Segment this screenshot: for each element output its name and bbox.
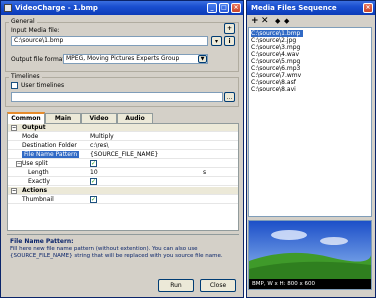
timeline-field[interactable] xyxy=(11,92,223,102)
property-name: Exactly xyxy=(28,178,50,185)
sequence-close-icon[interactable]: × xyxy=(363,3,373,13)
property-name: Mode xyxy=(22,133,39,140)
file-list-item[interactable]: C:\source\4.wav xyxy=(251,51,299,58)
preview-image xyxy=(249,221,371,279)
timelines-group-title: Timelines xyxy=(9,73,42,80)
close-icon[interactable]: × xyxy=(231,3,241,13)
main-window-title: VideoCharge - 1.bmp xyxy=(15,4,98,12)
maximize-icon[interactable]: □ xyxy=(219,3,229,13)
tab-main[interactable]: Main xyxy=(45,113,81,123)
sequence-window-title: Media Files Sequence xyxy=(251,4,337,12)
tab-common[interactable]: Common xyxy=(7,112,45,124)
property-name: Thumbnail xyxy=(22,196,54,203)
property-row[interactable]: Length 10 s xyxy=(8,169,238,177)
file-list-item[interactable]: C:\source\5.mpg xyxy=(251,58,300,65)
input-media-label: Input Media file: xyxy=(11,27,60,34)
delete-icon[interactable]: ✕ xyxy=(261,16,269,26)
chevron-down-icon[interactable]: ▼ xyxy=(198,55,207,63)
file-list-item[interactable]: C:\source\8.avi xyxy=(251,86,296,93)
preview-caption: BMP, W x H: 800 x 600 xyxy=(252,281,316,287)
property-row[interactable]: File Name Pattern {SOURCE_FILE_NAME} xyxy=(8,151,238,159)
move-up-icon[interactable]: ◆ xyxy=(275,17,280,25)
property-row[interactable]: Destination Folder c:\res\ xyxy=(8,142,238,150)
info-button[interactable]: i xyxy=(224,36,235,46)
property-value[interactable]: {SOURCE_FILE_NAME} xyxy=(90,151,158,158)
browse-input-button[interactable]: ▾ xyxy=(211,36,222,46)
property-checkbox[interactable]: ✓ xyxy=(90,196,97,203)
file-list-item[interactable]: C:\source\8.asf xyxy=(251,79,296,86)
file-list-item[interactable]: C:\source\7.wmv xyxy=(251,72,301,79)
sequence-titlebar[interactable]: Media Files Sequence × xyxy=(247,1,375,15)
file-list-item[interactable]: C:\source\6.mp3 xyxy=(251,65,300,72)
output-format-select[interactable]: MPEG, Moving Pictures Experts Group xyxy=(63,54,208,64)
property-name: Actions xyxy=(22,187,48,194)
property-grid: − Output Mode Multiply Destination Folder c:\… xyxy=(7,123,239,231)
add-icon[interactable]: + xyxy=(251,16,259,26)
output-format-label: Output file format: xyxy=(11,56,67,63)
property-category[interactable]: − Output xyxy=(8,124,238,132)
property-value[interactable]: Multiply xyxy=(90,133,114,140)
property-row[interactable]: Exactly ✓ xyxy=(8,178,238,186)
main-titlebar[interactable]: VideoCharge - 1.bmp _ □ × xyxy=(1,1,243,15)
file-list-item[interactable]: C:\source\2.jpg xyxy=(251,37,296,44)
minimize-icon[interactable]: _ xyxy=(207,3,217,13)
media-file-list[interactable]: C:\source\1.bmp C:\source\2.jpg C:\source\… xyxy=(248,27,372,217)
property-category[interactable]: − Actions xyxy=(8,187,238,195)
help-text: Fill here new file name pattern (without… xyxy=(10,246,223,259)
tab-video[interactable]: Video xyxy=(81,113,117,123)
user-timelines-label: User timelines xyxy=(21,82,65,89)
close-button[interactable]: Close xyxy=(200,279,236,292)
file-list-item[interactable]: C:\source\1.bmp xyxy=(251,30,304,37)
add-file-button[interactable]: + xyxy=(224,23,235,34)
property-name: Use split xyxy=(22,160,48,167)
help-panel: File Name Pattern: Fill here new file na… xyxy=(7,234,239,274)
property-row[interactable]: Mode Multiply xyxy=(8,133,238,141)
run-button[interactable]: Run xyxy=(158,279,194,292)
file-list-item[interactable]: C:\source\3.mpg xyxy=(251,44,300,51)
general-group-title: General xyxy=(9,18,37,25)
property-row[interactable]: Thumbnail ✓ xyxy=(8,196,238,204)
expander-icon[interactable]: − xyxy=(11,125,17,131)
preview-panel: BMP, W x H: 800 x 600 xyxy=(248,220,372,290)
property-value[interactable]: 10 xyxy=(90,169,98,176)
property-name: Length xyxy=(28,169,49,176)
property-row[interactable]: − Use split ✓ xyxy=(8,160,238,168)
property-value[interactable]: c:\res\ xyxy=(90,142,109,149)
input-media-field[interactable]: C:\source\1.bmp xyxy=(11,36,208,46)
property-checkbox[interactable]: ✓ xyxy=(90,160,97,167)
property-name: Output xyxy=(22,124,46,131)
main-window: VideoCharge - 1.bmp _ □ × General Input … xyxy=(0,0,244,298)
move-down-icon[interactable]: ◆ xyxy=(284,17,289,25)
app-icon xyxy=(4,4,12,12)
timeline-browse-button[interactable]: ... xyxy=(224,92,235,102)
property-name: Destination Folder xyxy=(22,142,77,149)
property-unit: s xyxy=(203,169,207,176)
property-checkbox[interactable]: ✓ xyxy=(90,178,97,185)
user-timelines-checkbox[interactable] xyxy=(11,82,18,89)
property-name: File Name Pattern xyxy=(22,151,80,158)
tab-audio[interactable]: Audio xyxy=(117,113,153,123)
help-title: File Name Pattern: xyxy=(10,238,74,245)
expander-icon[interactable]: − xyxy=(11,188,17,194)
